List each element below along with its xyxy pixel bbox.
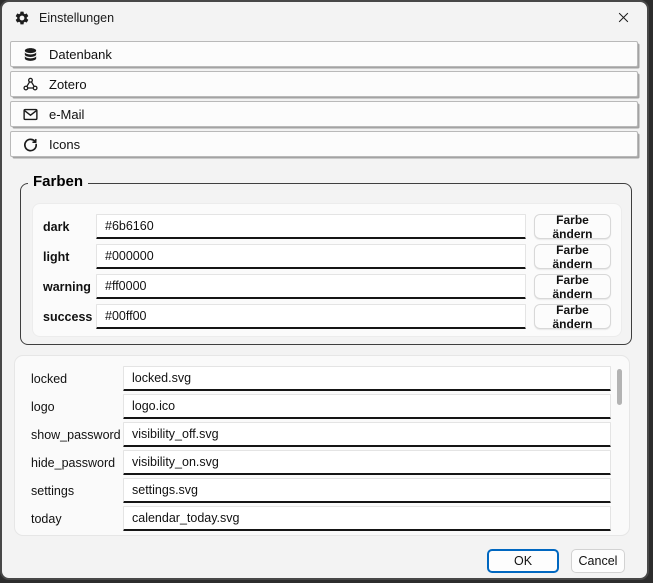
ok-button[interactable]: OK: [487, 549, 559, 573]
icon-label: logo: [31, 400, 123, 414]
icon-row-today: today: [31, 506, 629, 531]
section-label: Datenbank: [49, 47, 112, 62]
icon-row-show-password: show_password: [31, 422, 629, 447]
zotero-icon: [22, 76, 39, 93]
icons-panel: locked logo show_password hide_password …: [14, 355, 630, 536]
icon-input-settings[interactable]: [123, 478, 611, 503]
icon-label: settings: [31, 484, 123, 498]
section-label: Icons: [49, 137, 80, 152]
color-input-dark[interactable]: [96, 214, 526, 239]
icon-label: locked: [31, 372, 123, 386]
color-row-light: light Farbe ändern: [43, 244, 621, 269]
color-label: warning: [43, 280, 96, 294]
color-label: light: [43, 250, 96, 264]
farben-title: Farben: [28, 173, 88, 190]
cancel-button[interactable]: Cancel: [571, 549, 625, 573]
color-input-light[interactable]: [96, 244, 526, 269]
change-color-button[interactable]: Farbe ändern: [534, 274, 611, 299]
icon-row-logo: logo: [31, 394, 629, 419]
section-datenbank[interactable]: Datenbank: [10, 41, 638, 67]
change-color-button[interactable]: Farbe ändern: [534, 214, 611, 239]
section-label: Zotero: [49, 77, 87, 92]
titlebar[interactable]: Einstellungen: [2, 2, 647, 34]
change-color-button[interactable]: Farbe ändern: [534, 244, 611, 269]
icon-row-locked: locked: [31, 366, 629, 391]
icon-input-show-password[interactable]: [123, 422, 611, 447]
section-zotero[interactable]: Zotero: [10, 71, 638, 97]
settings-dialog: Einstellungen Datenbank: [0, 0, 649, 580]
icon-input-logo[interactable]: [123, 394, 611, 419]
icon-row-settings: settings: [31, 478, 629, 503]
database-icon: [22, 46, 39, 63]
icon-input-hide-password[interactable]: [123, 450, 611, 475]
close-button[interactable]: [601, 2, 645, 32]
color-row-warning: warning Farbe ändern: [43, 274, 621, 299]
scrollbar-thumb[interactable]: [617, 369, 622, 405]
icon-label: today: [31, 512, 123, 526]
color-row-dark: dark Farbe ändern: [43, 214, 621, 239]
farben-panel: dark Farbe ändern light Farbe ändern war…: [32, 203, 622, 337]
mail-icon: [22, 106, 39, 123]
icon-label: show_password: [31, 428, 123, 442]
refresh-icon: [22, 136, 39, 153]
icon-input-today[interactable]: [123, 506, 611, 531]
color-label: dark: [43, 220, 96, 234]
window-title: Einstellungen: [39, 11, 114, 25]
section-list: Datenbank Zotero e-Mail: [10, 41, 638, 161]
gear-icon: [14, 10, 30, 26]
section-email[interactable]: e-Mail: [10, 101, 638, 127]
icon-row-hide-password: hide_password: [31, 450, 629, 475]
icon-label: hide_password: [31, 456, 123, 470]
color-input-warning[interactable]: [96, 274, 526, 299]
icon-input-locked[interactable]: [123, 366, 611, 391]
close-icon: [616, 10, 631, 25]
section-label: e-Mail: [49, 107, 84, 122]
color-label: success: [43, 310, 96, 324]
color-row-success: success Farbe ändern: [43, 304, 621, 329]
color-input-success[interactable]: [96, 304, 526, 329]
farben-groupbox: Farben dark Farbe ändern light Farbe änd…: [20, 183, 632, 345]
section-icons[interactable]: Icons: [10, 131, 638, 157]
change-color-button[interactable]: Farbe ändern: [534, 304, 611, 329]
